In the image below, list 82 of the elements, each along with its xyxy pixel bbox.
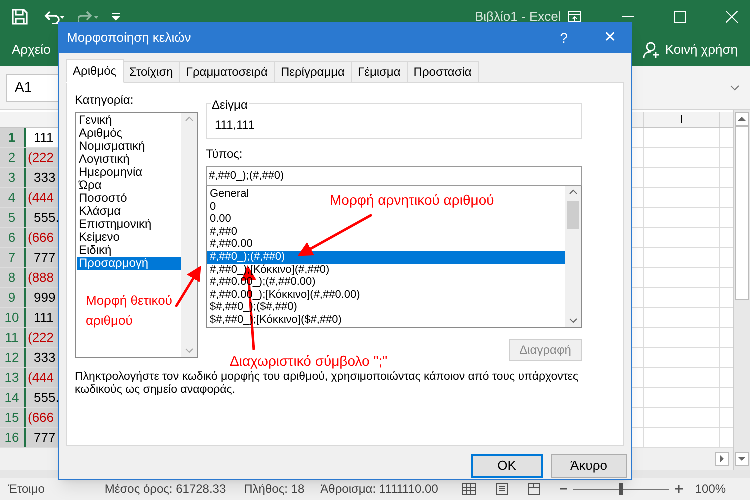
scroll-thumb[interactable] xyxy=(567,201,579,229)
average-text: Μέσος όρος: 61728.33 xyxy=(104,481,226,498)
row-header: 5 xyxy=(0,208,26,227)
help-button[interactable]: ? xyxy=(560,28,568,48)
person-add-icon xyxy=(643,41,662,59)
category-item[interactable]: Λογιστική xyxy=(77,153,181,166)
scroll-right-icon[interactable] xyxy=(715,452,729,466)
minimize-icon[interactable] xyxy=(622,16,634,18)
row-header: 13 xyxy=(0,368,26,387)
zoom-level: 100% xyxy=(695,481,726,498)
save-icon[interactable] xyxy=(12,9,28,25)
description-text: Πληκτρολογήστε τον κωδικό μορφής του αριθμού, χρησιμοποιώντας κάποιον από τους υπάρχοντες κωδικούς ως σημείο αναφοράς. xyxy=(75,371,580,397)
category-item[interactable]: Ώρα xyxy=(77,179,181,192)
format-item[interactable]: 0.00 xyxy=(207,213,234,226)
name-box[interactable]: A1 xyxy=(6,74,60,102)
row-header: 7 xyxy=(0,248,26,267)
annotation-text: Μορφή αρνητικού αριθμού xyxy=(330,191,494,210)
format-item[interactable]: General xyxy=(207,188,252,201)
slider-thumb[interactable] xyxy=(619,483,624,495)
row-header: 2 xyxy=(0,148,26,167)
category-item[interactable]: Κείμενο xyxy=(77,231,181,244)
category-item[interactable]: Επιστημονική xyxy=(77,218,181,231)
tab[interactable]: Αριθμός xyxy=(66,59,124,83)
scroll-down-icon[interactable] xyxy=(568,318,578,324)
cancel-button[interactable]: Άκυρο xyxy=(551,454,627,478)
sum-text: Άθροισμα: 1111110.00 xyxy=(320,481,438,498)
sample-value: 111,111 xyxy=(215,118,255,132)
normal-view-icon[interactable] xyxy=(462,483,476,495)
ribbon-display-icon[interactable] xyxy=(568,11,582,23)
format-item[interactable]: #,##0_);(#,##0) xyxy=(207,250,565,264)
category-item[interactable]: Αριθμός xyxy=(77,127,181,140)
annotation-arrow xyxy=(174,266,202,308)
annotation-text: Διαχωριστικό σύμβολο ";" xyxy=(230,352,388,371)
expand-icon[interactable] xyxy=(730,84,740,90)
row-header: 16 xyxy=(0,428,26,447)
row-header: 12 xyxy=(0,348,26,367)
maximize-icon[interactable] xyxy=(674,11,686,23)
annotation-text: Μορφή θετικού αριθμού xyxy=(86,292,174,330)
file-tab[interactable]: Αρχείο xyxy=(12,40,51,60)
row-header: 6 xyxy=(0,228,26,247)
category-item[interactable]: Ειδική xyxy=(77,244,181,257)
row-header: 3 xyxy=(0,168,26,187)
page-break-icon[interactable] xyxy=(528,483,540,495)
undo-icon[interactable] xyxy=(44,10,66,24)
page-layout-icon[interactable] xyxy=(496,483,508,495)
share-button[interactable]: Κοινή χρήση xyxy=(643,40,738,60)
zoom-in-icon[interactable] xyxy=(675,485,684,493)
format-item[interactable]: #,##0.00 xyxy=(207,238,255,251)
count-text: Πλήθος: 18 xyxy=(244,481,305,498)
row-header: 9 xyxy=(0,288,26,307)
type-label: Τύπος: xyxy=(206,146,244,163)
category-item[interactable]: Νομισματική xyxy=(77,140,181,153)
category-item[interactable]: Ποσοστό xyxy=(77,192,181,205)
type-field[interactable]: #,##0_);(#,##0) xyxy=(206,166,582,186)
scroll-down-icon[interactable] xyxy=(735,452,749,466)
ok-button[interactable]: OK xyxy=(471,454,543,478)
format-item[interactable]: #,##0 xyxy=(207,226,240,238)
format-item[interactable]: 0 xyxy=(207,200,218,214)
row-header: 4 xyxy=(0,188,26,207)
zoom-slider[interactable] xyxy=(573,483,670,495)
row-header: 11 xyxy=(0,328,26,347)
category-item[interactable]: Ημερομηνία xyxy=(77,166,181,179)
row-header: 10 xyxy=(0,308,26,327)
category-label: Κατηγορία: xyxy=(75,92,135,109)
row-header: 8 xyxy=(0,268,26,287)
row-header: 15 xyxy=(0,408,26,427)
customize-icon[interactable] xyxy=(112,13,120,21)
status-text: Έτοιμο xyxy=(8,481,45,498)
close-icon[interactable] xyxy=(726,11,738,23)
column-header: I xyxy=(643,112,720,127)
window-title: Βιβλίο1 - Excel xyxy=(475,8,562,26)
category-item[interactable]: Κλάσμα xyxy=(77,205,181,218)
dialog-title: Μορφοποίηση κελιών xyxy=(67,29,192,48)
scroll-up-icon[interactable] xyxy=(568,189,578,195)
row-header: 14 xyxy=(0,388,26,407)
row-header: 1 xyxy=(0,128,26,147)
tab[interactable]: Προστασία xyxy=(406,61,479,83)
category-item[interactable]: Προσαρμογή xyxy=(77,257,181,270)
scrollbar-thumb[interactable] xyxy=(735,126,749,300)
close-button[interactable]: ✕ xyxy=(604,26,617,50)
category-item[interactable]: Γενική xyxy=(77,114,181,127)
scroll-up-icon[interactable] xyxy=(735,112,749,126)
